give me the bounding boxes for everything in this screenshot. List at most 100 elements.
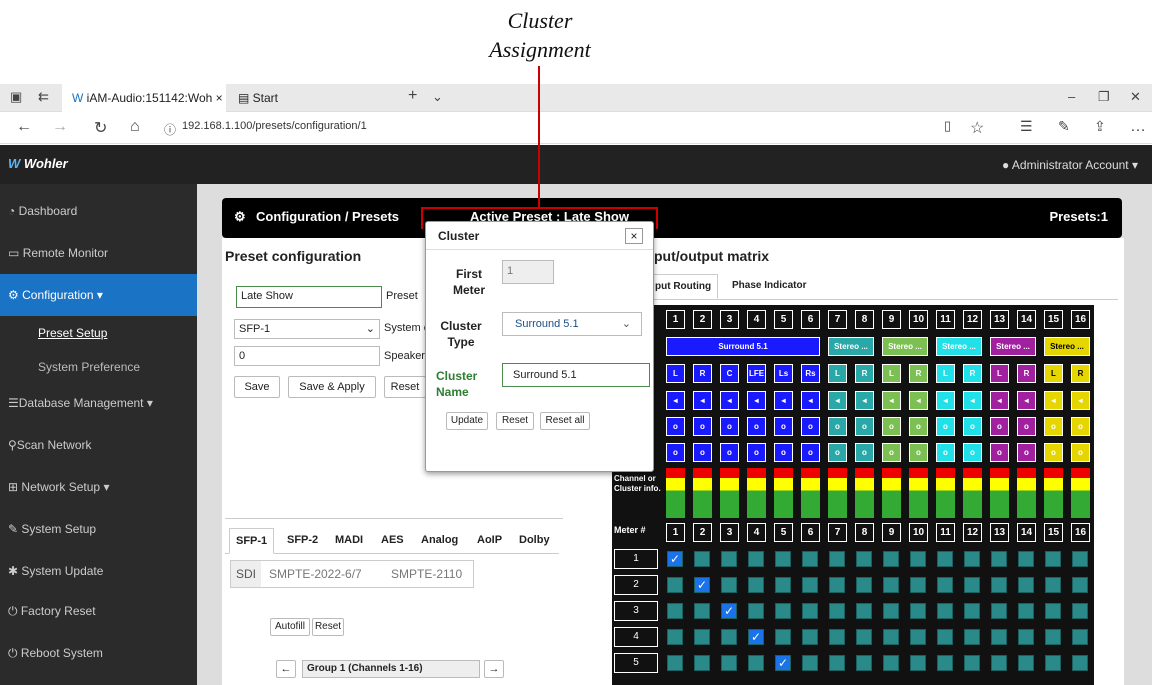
routing-checkbox[interactable] xyxy=(883,629,899,645)
tab-dolby[interactable]: Dolby xyxy=(519,534,550,546)
phase-arrow[interactable]: ◂ xyxy=(747,391,766,410)
routing-checkbox[interactable] xyxy=(829,655,845,671)
tab-smpte-2110[interactable]: SMPTE-2110 xyxy=(391,567,462,581)
phase-arrow[interactable]: ◂ xyxy=(882,391,901,410)
channel-label[interactable]: R xyxy=(693,364,712,383)
sidebar-item-scan-network[interactable]: ⚲Scan Network xyxy=(0,424,197,466)
polarity-indicator[interactable]: o xyxy=(774,417,793,436)
phase-arrow[interactable]: ◂ xyxy=(855,391,874,410)
routing-checkbox[interactable] xyxy=(910,551,926,567)
routing-checkbox[interactable] xyxy=(856,655,872,671)
polarity-indicator[interactable]: o xyxy=(747,417,766,436)
cluster-label[interactable]: Stereo ... xyxy=(1044,337,1090,356)
routing-checkbox[interactable] xyxy=(721,551,737,567)
url-field[interactable]: 192.168.1.100/presets/configuration/1 xyxy=(182,120,367,132)
routing-checkbox[interactable] xyxy=(802,655,818,671)
channel-label[interactable]: Rs xyxy=(801,364,820,383)
sidebar-item-dashboard[interactable]: ◔ Dashboard xyxy=(0,190,197,232)
browser-tab-active[interactable]: W iAM-Audio:151142:Woh × xyxy=(62,84,226,112)
tab-aoip[interactable]: AoIP xyxy=(477,534,502,546)
polarity-indicator[interactable]: o xyxy=(990,417,1009,436)
level-indicator[interactable]: o xyxy=(963,443,982,462)
sidebar-item-remote-monitor[interactable]: ▭ Remote Monitor xyxy=(0,232,197,274)
routing-checkbox[interactable] xyxy=(775,551,791,567)
phase-arrow[interactable]: ◂ xyxy=(1017,391,1036,410)
routing-checkbox[interactable] xyxy=(721,655,737,671)
account-menu[interactable]: ● Administrator Account ▾ xyxy=(1002,158,1138,172)
routing-checkbox[interactable] xyxy=(937,551,953,567)
phase-arrow[interactable]: ◂ xyxy=(720,391,739,410)
phase-arrow[interactable]: ◂ xyxy=(666,391,685,410)
channel-label[interactable]: R xyxy=(963,364,982,383)
phase-arrow[interactable]: ◂ xyxy=(936,391,955,410)
routing-checkbox[interactable] xyxy=(1018,577,1034,593)
polarity-indicator[interactable]: o xyxy=(1017,417,1036,436)
routing-checkbox[interactable] xyxy=(1072,603,1088,619)
save-apply-button[interactable]: Save & Apply xyxy=(288,376,376,398)
polarity-indicator[interactable]: o xyxy=(855,417,874,436)
notes-icon[interactable]: ✎ xyxy=(1058,118,1070,135)
phase-arrow[interactable]: ◂ xyxy=(774,391,793,410)
channel-label[interactable]: R xyxy=(1071,364,1090,383)
browser-tab-start[interactable]: ▤ Start xyxy=(238,84,398,112)
sidebar-item-network-setup[interactable]: ⊞ Network Setup ▾ xyxy=(0,466,197,508)
routing-checkbox[interactable] xyxy=(856,603,872,619)
level-indicator[interactable]: o xyxy=(936,443,955,462)
tab-madi[interactable]: MADI xyxy=(335,534,363,546)
routing-checkbox[interactable] xyxy=(748,655,764,671)
routing-checkbox[interactable] xyxy=(667,655,683,671)
routing-checkbox[interactable] xyxy=(964,629,980,645)
routing-checkbox[interactable] xyxy=(856,577,872,593)
prev-group-button[interactable]: ← xyxy=(276,660,296,678)
cluster-label[interactable]: Stereo ... xyxy=(936,337,982,356)
routing-checkbox[interactable] xyxy=(1045,629,1061,645)
sidebar-item-system-setup[interactable]: ✎ System Setup xyxy=(0,508,197,550)
phase-arrow[interactable]: ◂ xyxy=(828,391,847,410)
routing-checkbox[interactable] xyxy=(964,551,980,567)
routing-checkbox[interactable] xyxy=(937,655,953,671)
channel-label[interactable]: L xyxy=(666,364,685,383)
sidebar-item-database-management[interactable]: ☰Database Management ▾ xyxy=(0,382,197,424)
routing-checkbox[interactable] xyxy=(1045,551,1061,567)
polarity-indicator[interactable]: o xyxy=(1044,417,1063,436)
routing-checkbox[interactable] xyxy=(910,577,926,593)
channel-label[interactable]: LFE xyxy=(747,364,766,383)
routing-checkbox[interactable] xyxy=(1072,577,1088,593)
polarity-indicator[interactable]: o xyxy=(693,417,712,436)
polarity-indicator[interactable]: o xyxy=(882,417,901,436)
autofill-button[interactable]: Autofill xyxy=(270,618,310,636)
close-window-icon[interactable]: ✕ xyxy=(1130,89,1141,105)
forward-icon[interactable]: → xyxy=(52,118,68,136)
cluster-type-select[interactable]: Surround 5.1 ⌄ xyxy=(502,312,642,336)
sidebar-item-configuration[interactable]: ⚙ Configuration ▾ xyxy=(0,274,197,316)
next-group-button[interactable]: → xyxy=(484,660,504,678)
tab-analog[interactable]: Analog xyxy=(421,534,458,546)
routing-checkbox[interactable] xyxy=(1045,603,1061,619)
polarity-indicator[interactable]: o xyxy=(909,417,928,436)
level-indicator[interactable]: o xyxy=(666,443,685,462)
routing-checkbox[interactable] xyxy=(883,551,899,567)
cluster-label[interactable]: Stereo ... xyxy=(990,337,1036,356)
routing-checkbox[interactable] xyxy=(991,629,1007,645)
routing-checkbox[interactable] xyxy=(856,629,872,645)
routing-checkbox[interactable] xyxy=(883,655,899,671)
phase-arrow[interactable]: ◂ xyxy=(801,391,820,410)
routing-checkbox[interactable]: ✓ xyxy=(694,577,710,593)
routing-checkbox[interactable] xyxy=(937,577,953,593)
channel-label[interactable]: Ls xyxy=(774,364,793,383)
routing-checkbox[interactable] xyxy=(829,603,845,619)
channel-label[interactable]: L xyxy=(1044,364,1063,383)
cluster-label[interactable]: Stereo ... xyxy=(828,337,874,356)
preset-name-input[interactable]: Late Show xyxy=(236,286,382,308)
tab-sfp-1[interactable]: SFP-1 xyxy=(229,528,275,554)
phase-arrow[interactable]: ◂ xyxy=(990,391,1009,410)
polarity-indicator[interactable]: o xyxy=(720,417,739,436)
polarity-indicator[interactable]: o xyxy=(963,417,982,436)
tab-input-routing[interactable]: put Routing xyxy=(648,274,719,299)
tab-actions-icon[interactable]: ▣ xyxy=(10,89,22,105)
routing-checkbox[interactable] xyxy=(694,551,710,567)
channel-label[interactable]: L xyxy=(936,364,955,383)
routing-checkbox[interactable] xyxy=(721,629,737,645)
dialog-reset-button[interactable]: Reset xyxy=(496,412,534,430)
routing-checkbox[interactable] xyxy=(964,577,980,593)
